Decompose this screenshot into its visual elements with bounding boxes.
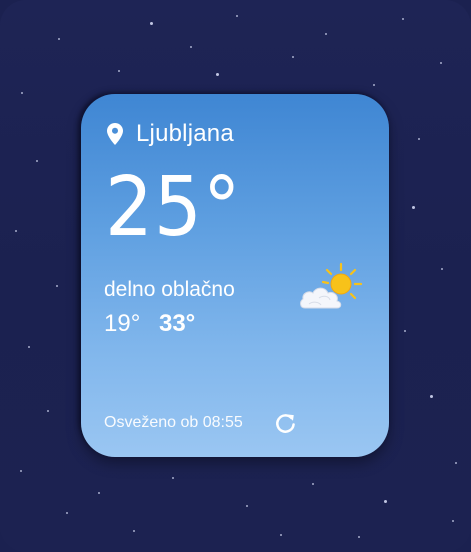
- min-temperature: 19°: [104, 310, 141, 337]
- location-pin-icon: [107, 123, 123, 145]
- temperature-range: 19° 33°: [104, 310, 195, 338]
- weather-condition: delno oblačno: [104, 278, 235, 301]
- location-name: Ljubljana: [136, 120, 234, 147]
- location-row: Ljubljana: [107, 120, 234, 148]
- last-updated-text: Osveženo ob 08:55: [104, 414, 243, 431]
- partly-cloudy-icon: [300, 262, 363, 309]
- current-temperature: 25°: [105, 160, 242, 255]
- max-temperature: 33°: [158, 310, 196, 337]
- wallpaper: Ljubljana 25° delno oblačno 19° 33° Osve…: [0, 0, 471, 552]
- weather-widget[interactable]: Ljubljana 25° delno oblačno 19° 33° Osve…: [81, 94, 389, 457]
- refresh-icon[interactable]: [274, 412, 297, 435]
